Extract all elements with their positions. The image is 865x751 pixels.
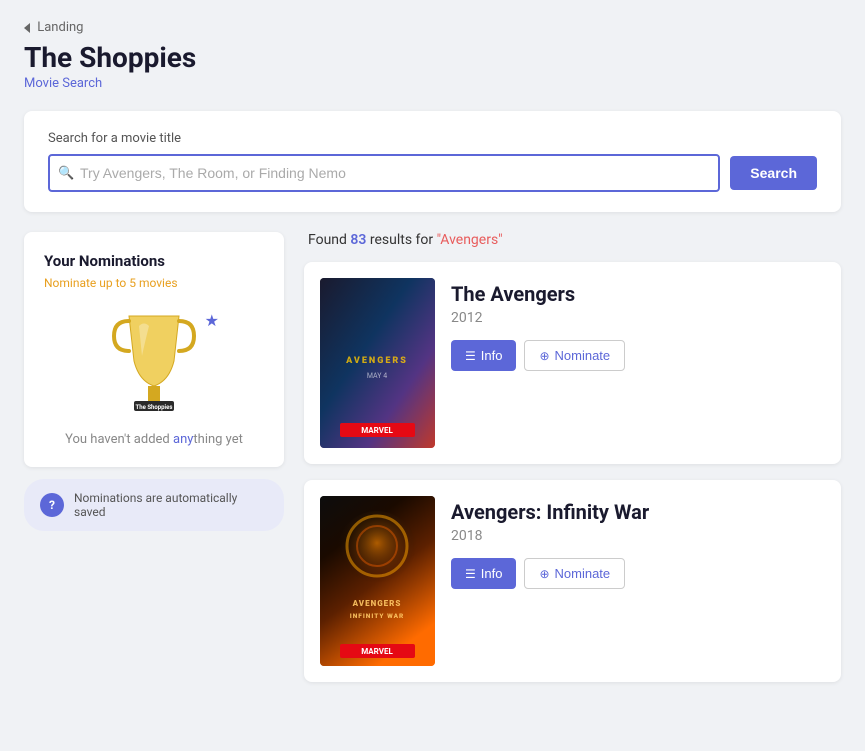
movie-year: 2012	[451, 310, 825, 326]
nominate-icon: ⊕	[539, 349, 549, 363]
svg-text:AVENGERS: AVENGERS	[345, 356, 408, 366]
movie-year: 2018	[451, 528, 825, 544]
svg-text:MAY 4: MAY 4	[367, 372, 387, 380]
nominate-label: Nominate	[555, 348, 611, 363]
trophy-area: The Shoppies ★	[44, 306, 264, 416]
search-card: Search for a movie title 🔍 Search	[24, 111, 841, 212]
results-query: "Avengers"	[437, 232, 503, 248]
svg-text:MARVEL: MARVEL	[361, 426, 393, 435]
info-circle-icon: ?	[40, 493, 64, 517]
movie-poster: AVENGERS INFINITY WAR MARVEL	[320, 496, 435, 666]
nominate-button[interactable]: ⊕ Nominate	[524, 558, 625, 589]
sidebar: Your Nominations Nominate up to 5 movies	[24, 232, 284, 531]
search-label: Search for a movie title	[48, 131, 817, 146]
movie-actions: ☰ Info ⊕ Nominate	[451, 340, 825, 371]
trophy-star-icon: ★	[205, 311, 219, 330]
page-subtitle: Movie Search	[24, 76, 841, 91]
movie-title: Avengers: Infinity War	[451, 500, 825, 524]
movie-info: Avengers: Infinity War 2018 ☰ Info ⊕ Nom…	[451, 496, 825, 666]
main-content: Your Nominations Nominate up to 5 movies	[24, 232, 841, 698]
highlight-text: any	[173, 432, 193, 447]
auto-save-text: Nominations are automatically saved	[74, 491, 268, 519]
infinity-war-poster-image: AVENGERS INFINITY WAR MARVEL	[320, 496, 435, 666]
info-icon: ☰	[465, 567, 476, 581]
results-count: 83	[350, 232, 366, 248]
trophy-icon: The Shoppies	[104, 306, 204, 416]
svg-text:AVENGERS: AVENGERS	[352, 599, 402, 608]
nominate-button[interactable]: ⊕ Nominate	[524, 340, 625, 371]
breadcrumb-parent[interactable]: Landing	[37, 20, 83, 35]
search-icon: 🔍	[58, 166, 74, 181]
search-input[interactable]	[48, 154, 720, 192]
back-icon	[24, 23, 30, 33]
nominate-label: Nominate	[555, 566, 611, 581]
svg-text:INFINITY WAR: INFINITY WAR	[350, 612, 405, 620]
auto-save-card: ? Nominations are automatically saved	[24, 479, 284, 531]
search-row: 🔍 Search	[48, 154, 817, 192]
movie-card: AVENGERS MAY 4 MARVEL The Avengers 2012 …	[304, 262, 841, 464]
breadcrumb: Landing	[24, 20, 841, 35]
nominations-title: Your Nominations	[44, 252, 264, 270]
info-label: Info	[481, 566, 503, 581]
search-input-wrapper: 🔍	[48, 154, 720, 192]
nominations-subtitle: Nominate up to 5 movies	[44, 276, 264, 290]
movie-title: The Avengers	[451, 282, 825, 306]
results-header: Found 83 results for "Avengers"	[304, 232, 841, 248]
results-area: Found 83 results for "Avengers"	[304, 232, 841, 698]
nominations-card: Your Nominations Nominate up to 5 movies	[24, 232, 284, 467]
page-title: The Shoppies	[24, 41, 841, 74]
nominations-empty: You haven't added anything yet	[44, 432, 264, 447]
info-button[interactable]: ☰ Info	[451, 340, 516, 371]
svg-text:The Shoppies: The Shoppies	[136, 404, 173, 411]
movie-info: The Avengers 2012 ☰ Info ⊕ Nominate	[451, 278, 825, 448]
movie-card: AVENGERS INFINITY WAR MARVEL Avengers: I…	[304, 480, 841, 682]
info-icon: ☰	[465, 349, 476, 363]
avengers-poster-image: AVENGERS MAY 4 MARVEL	[320, 278, 435, 448]
info-button[interactable]: ☰ Info	[451, 558, 516, 589]
svg-text:MARVEL: MARVEL	[361, 647, 393, 656]
nominate-icon: ⊕	[539, 567, 549, 581]
movie-actions: ☰ Info ⊕ Nominate	[451, 558, 825, 589]
info-label: Info	[481, 348, 503, 363]
movie-poster: AVENGERS MAY 4 MARVEL	[320, 278, 435, 448]
search-button[interactable]: Search	[730, 156, 817, 190]
